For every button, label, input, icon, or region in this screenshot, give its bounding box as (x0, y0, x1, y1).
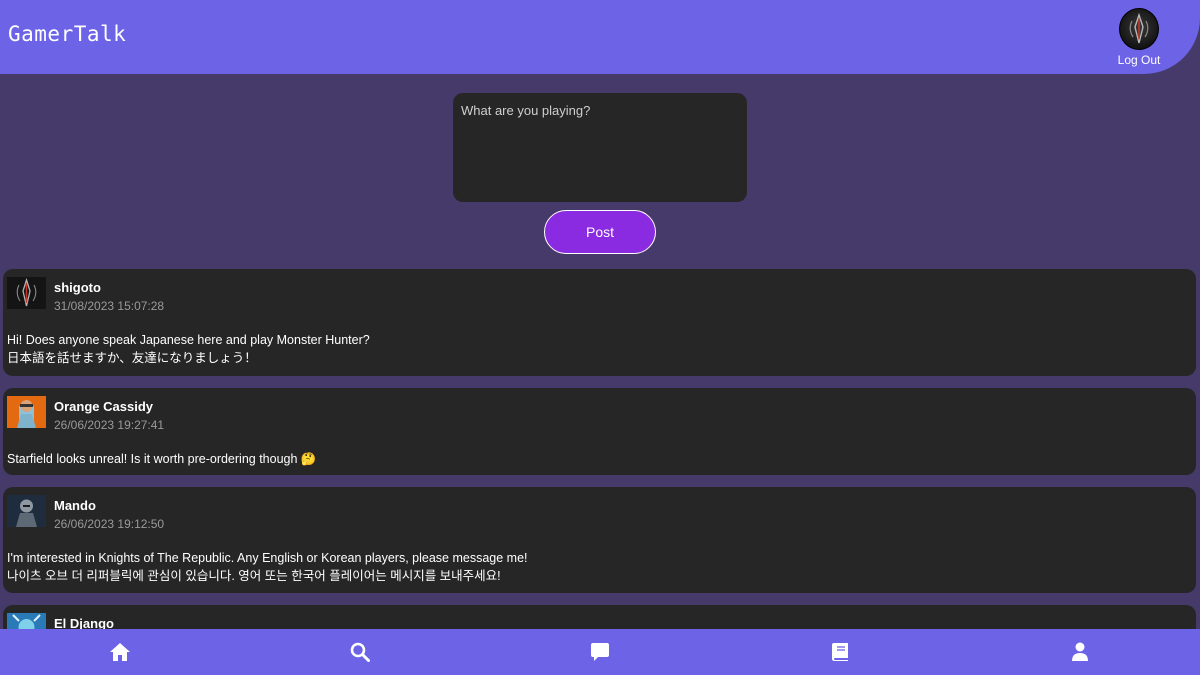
chat-icon (591, 643, 609, 661)
bottom-navigation (0, 629, 1200, 675)
post-username[interactable]: Mando (54, 498, 96, 513)
nav-chat-button[interactable] (588, 640, 612, 664)
nav-profile-button[interactable] (1068, 640, 1092, 664)
nav-search-button[interactable] (348, 640, 372, 664)
post-content: Starfield looks unreal! Is it worth pre-… (7, 450, 316, 468)
post-timestamp: 26/06/2023 19:12:50 (54, 517, 165, 531)
top-header: GamerTalk Log Out (0, 0, 1200, 74)
nav-home-button[interactable] (108, 640, 132, 664)
post-button[interactable]: Post (544, 210, 656, 254)
post-content: I'm interested in Knights of The Republi… (7, 549, 528, 585)
account-menu[interactable]: Log Out (1106, 8, 1172, 67)
user-avatar[interactable] (7, 277, 46, 309)
user-avatar[interactable] (7, 396, 46, 428)
post-text-line: I'm interested in Knights of The Republi… (7, 551, 528, 565)
logout-link[interactable]: Log Out (1118, 53, 1161, 67)
user-avatar[interactable] (7, 495, 46, 527)
header-avatar[interactable] (1119, 8, 1159, 50)
search-icon (350, 642, 370, 662)
post-composer-input[interactable] (453, 93, 747, 202)
emblem-icon (1129, 13, 1149, 44)
post-timestamp: 31/08/2023 15:07:28 (54, 299, 165, 313)
post-content: Hi! Does anyone speak Japanese here and … (7, 331, 370, 367)
home-icon (110, 643, 130, 661)
person-avatar-icon (7, 396, 46, 428)
post-text-line: Hi! Does anyone speak Japanese here and … (7, 333, 370, 347)
user-icon (1072, 642, 1088, 661)
post-card: shigoto 31/08/2023 15:07:28 Hi! Does any… (3, 269, 1196, 376)
nav-library-button[interactable] (828, 640, 852, 664)
post-username[interactable]: Orange Cassidy (54, 399, 153, 414)
post-username[interactable]: shigoto (54, 280, 101, 295)
post-timestamp: 26/06/2023 19:27:41 (54, 418, 165, 432)
post-text-line: Starfield looks unreal! Is it worth pre-… (7, 452, 317, 466)
post-text-line: 日本語を話せますか、友達になりましょう！ (7, 351, 257, 365)
app-title[interactable]: GamerTalk (8, 22, 126, 46)
book-icon (832, 643, 848, 661)
armored-avatar-icon (7, 495, 46, 527)
post-text-line: 나이츠 오브 더 리퍼블릭에 관심이 있습니다. 영어 또는 한국어 플레이어는… (7, 569, 501, 583)
post-card: Orange Cassidy 26/06/2023 19:27:41 Starf… (3, 388, 1196, 475)
post-card: Mando 26/06/2023 19:12:50 I'm interested… (3, 487, 1196, 593)
emblem-avatar-icon (7, 277, 46, 309)
